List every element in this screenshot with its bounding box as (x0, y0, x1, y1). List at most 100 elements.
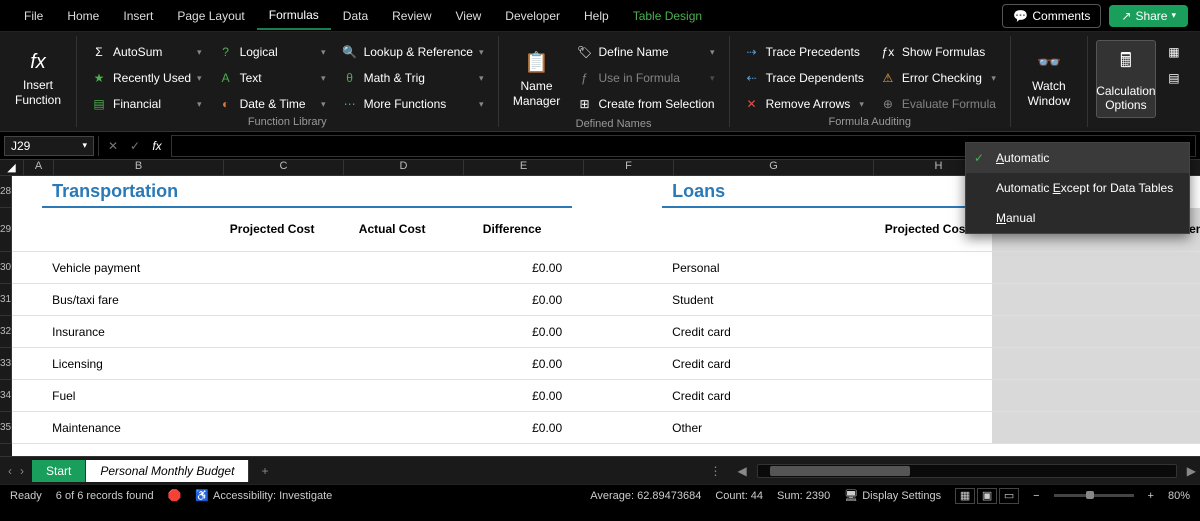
difference-cell[interactable]: £0.00 (452, 252, 572, 284)
more-functions-button[interactable]: ⋯More Functions▾ (336, 92, 490, 116)
row-30[interactable]: 30 (0, 252, 12, 284)
col-e[interactable]: E (464, 160, 584, 175)
row-31[interactable]: 31 (0, 284, 12, 316)
lookup-reference-button[interactable]: 🔍Lookup & Reference▾ (336, 40, 490, 64)
difference-cell[interactable]: £0.00 (452, 380, 572, 412)
name-box[interactable]: J29▾ (4, 136, 94, 156)
difference-cell[interactable]: £0.00 (452, 348, 572, 380)
insert-function-button[interactable]: fx Insert Function (8, 40, 68, 118)
table-row[interactable]: Other (662, 412, 862, 444)
remove-arrows-icon: ✕ (744, 97, 760, 111)
zoom-level[interactable]: 80% (1168, 490, 1190, 502)
fx-button[interactable]: fx (147, 136, 167, 156)
menu-file[interactable]: File (12, 3, 55, 29)
horizontal-scrollbar[interactable] (757, 464, 1177, 478)
col-c[interactable]: C (224, 160, 344, 175)
status-accessibility[interactable]: ♿Accessibility: Investigate (195, 489, 332, 502)
hscroll-left[interactable]: ◀ (734, 464, 751, 478)
text-button[interactable]: AText▾ (212, 66, 332, 90)
menu-help[interactable]: Help (572, 3, 621, 29)
menu-data[interactable]: Data (331, 3, 380, 29)
col-b[interactable]: B (54, 160, 224, 175)
difference-cell[interactable]: £0.00 (1122, 380, 1200, 412)
menu-formulas[interactable]: Formulas (257, 2, 331, 30)
row-29[interactable]: 29 (0, 208, 12, 252)
difference-cell[interactable]: £0.00 (1122, 284, 1200, 316)
error-checking-button[interactable]: ⚠Error Checking▾ (874, 66, 1002, 90)
col-g[interactable]: G (674, 160, 874, 175)
table-row[interactable]: Vehicle payment (42, 252, 212, 284)
menu-developer[interactable]: Developer (493, 3, 572, 29)
zoom-slider[interactable] (1054, 494, 1134, 497)
hscroll-right[interactable]: ▶ (1183, 464, 1200, 478)
menu-table-design[interactable]: Table Design (621, 3, 714, 29)
col-a[interactable]: A (24, 160, 54, 175)
watch-window-button[interactable]: 👓 Watch Window (1019, 40, 1079, 118)
calc-except-tables[interactable]: Automatic Except for Data Tables (966, 173, 1189, 203)
difference-cell[interactable]: £0.00 (452, 412, 572, 444)
financial-icon: ▤ (91, 97, 107, 111)
table-row[interactable]: Credit card (662, 348, 862, 380)
row-35[interactable]: 35 (0, 412, 12, 444)
date-time-button[interactable]: ◐Date & Time▾ (212, 92, 332, 116)
show-formulas-button[interactable]: ƒxShow Formulas (874, 40, 1002, 64)
logical-button[interactable]: ?Logical▾ (212, 40, 332, 64)
select-all-triangle[interactable]: ◢ (0, 160, 24, 175)
row-28[interactable]: 28 (0, 176, 12, 208)
calc-now-button[interactable]: ▦ (1160, 40, 1188, 64)
zoom-in[interactable]: + (1148, 490, 1154, 502)
table-row[interactable]: Licensing (42, 348, 212, 380)
view-normal[interactable]: ▦ (955, 488, 975, 504)
zoom-out[interactable]: − (1033, 490, 1039, 502)
calc-automatic[interactable]: ✓ Automatic (966, 143, 1189, 173)
table-row[interactable]: Fuel (42, 380, 212, 412)
comments-button[interactable]: 💬Comments (1002, 4, 1101, 28)
sheet-prev[interactable]: ‹ (8, 464, 12, 478)
view-page-layout[interactable]: ▣ (977, 488, 997, 504)
display-settings-button[interactable]: 🖥Display Settings (844, 489, 941, 502)
difference-cell[interactable]: £0.00 (452, 284, 572, 316)
table-row[interactable]: Insurance (42, 316, 212, 348)
difference-cell[interactable]: £0.00 (452, 316, 572, 348)
menu-view[interactable]: View (444, 3, 494, 29)
menu-home[interactable]: Home (55, 3, 111, 29)
table-row[interactable]: Credit card (662, 380, 862, 412)
difference-cell[interactable]: £0.00 (1122, 412, 1200, 444)
table-row[interactable]: Bus/taxi fare (42, 284, 212, 316)
row-32[interactable]: 32 (0, 316, 12, 348)
col-f[interactable]: F (584, 160, 674, 175)
menu-review[interactable]: Review (380, 3, 443, 29)
share-button[interactable]: ↗Share▾ (1109, 5, 1188, 27)
sheet-tab-start[interactable]: Start (32, 460, 86, 482)
recently-used-button[interactable]: ★Recently Used▾ (85, 66, 208, 90)
col-d[interactable]: D (344, 160, 464, 175)
difference-cell[interactable]: £0.00 (1122, 348, 1200, 380)
view-page-break[interactable]: ▭ (999, 488, 1019, 504)
table-row[interactable]: Maintenance (42, 412, 212, 444)
calc-sheet-button[interactable]: ▤ (1160, 66, 1188, 90)
autosum-button[interactable]: ΣAutoSum▾ (85, 40, 208, 64)
menu-insert[interactable]: Insert (111, 3, 165, 29)
table-row[interactable]: Credit card (662, 316, 862, 348)
table-row[interactable]: Student (662, 284, 862, 316)
difference-cell[interactable]: £0.00 (1122, 252, 1200, 284)
trace-dependents-button[interactable]: ⇠Trace Dependents (738, 66, 870, 90)
sheet-next[interactable]: › (20, 464, 24, 478)
financial-button[interactable]: ▤Financial▾ (85, 92, 208, 116)
row-34[interactable]: 34 (0, 380, 12, 412)
define-name-button[interactable]: 🏷Define Name▾ (571, 40, 721, 64)
sheet-tab-budget[interactable]: Personal Monthly Budget (86, 460, 249, 482)
remove-arrows-button[interactable]: ✕Remove Arrows▾ (738, 92, 870, 116)
menu-page-layout[interactable]: Page Layout (165, 3, 256, 29)
sheet-menu[interactable]: ⋮ (698, 464, 734, 478)
add-sheet-button[interactable]: + (249, 460, 280, 482)
table-row[interactable]: Personal (662, 252, 862, 284)
calc-manual[interactable]: Manual (966, 203, 1189, 233)
trace-precedents-button[interactable]: ⇢Trace Precedents (738, 40, 870, 64)
math-trig-button[interactable]: θMath & Trig▾ (336, 66, 490, 90)
row-33[interactable]: 33 (0, 348, 12, 380)
difference-cell[interactable]: £0.00 (1122, 316, 1200, 348)
name-manager-button[interactable]: 📋 Name Manager (507, 40, 567, 118)
create-from-selection-button[interactable]: ⊞Create from Selection (571, 92, 721, 116)
calculation-options-button[interactable]: 🖩 Calculation Options (1096, 40, 1156, 118)
